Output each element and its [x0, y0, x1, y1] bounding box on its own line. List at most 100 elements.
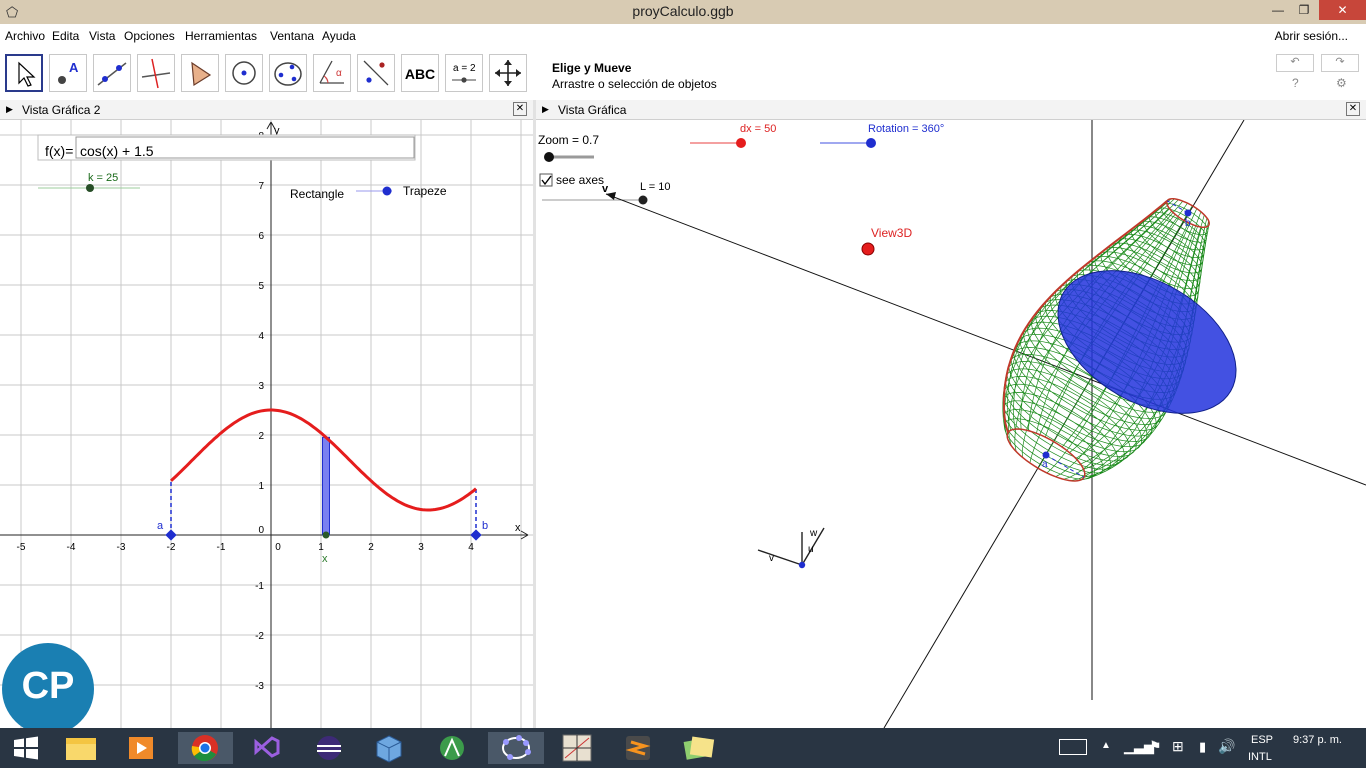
menu-herramientas[interactable]: Herramientas [185, 29, 257, 43]
move-arrows-icon [495, 60, 521, 86]
taskbar-chrome[interactable] [178, 732, 233, 764]
axes: xy [0, 121, 529, 728]
redo-button[interactable]: ↷ [1321, 54, 1359, 72]
minimize-button[interactable]: — [1266, 0, 1290, 20]
restore-button[interactable]: ❐ [1292, 0, 1316, 20]
line-tool-button[interactable] [93, 54, 131, 92]
mini-axis-v [757, 549, 803, 566]
menu-archivo[interactable]: Archivo [5, 29, 45, 43]
dx-slider-handle[interactable] [736, 138, 746, 148]
angle-icon: α [319, 60, 344, 84]
taskbar-eclipse[interactable] [305, 732, 353, 764]
flag-icon[interactable]: ⚑ [1149, 738, 1162, 755]
reflect-tool-button[interactable] [357, 54, 395, 92]
action-center-icon[interactable]: ⊞ [1172, 738, 1184, 755]
see-axes-checkbox[interactable] [539, 173, 553, 187]
language-layout[interactable]: INTL [1248, 751, 1272, 763]
close-view-icon[interactable]: ✕ [1346, 102, 1360, 116]
menu-vista[interactable]: Vista [89, 29, 115, 43]
taskbar-visual-studio[interactable] [242, 732, 290, 764]
login-link[interactable]: Abrir sesión... [1275, 29, 1348, 43]
y-tick-label: -1 [255, 581, 264, 592]
vase-point-a[interactable] [1042, 451, 1050, 459]
undo-button[interactable]: ↶ [1276, 54, 1314, 72]
point-x-label: x [322, 553, 328, 565]
taskbar-android-studio[interactable] [428, 732, 476, 764]
windows-logo-icon [14, 736, 38, 760]
tray-arrow-icon[interactable]: ▲ [1101, 740, 1111, 751]
battery-icon[interactable]: ▮ [1199, 739, 1206, 755]
menu-ayuda[interactable]: Ayuda [322, 29, 356, 43]
text-tool-button[interactable]: ABC [401, 54, 439, 92]
rotation-slider-handle[interactable] [866, 138, 876, 148]
axis-v-label: v [602, 183, 609, 195]
angle-tool-button[interactable]: α [313, 54, 351, 92]
collapse-triangle-icon[interactable]: ▶ [6, 104, 13, 115]
point-x[interactable] [322, 531, 330, 539]
svg-text:α: α [336, 68, 342, 79]
vase-point-b-label: b [1185, 218, 1191, 229]
polygon-tool-button[interactable] [181, 54, 219, 92]
visual-studio-icon [254, 736, 280, 758]
x-tick-label: 2 [368, 542, 374, 553]
collapse-triangle-icon[interactable]: ▶ [542, 104, 549, 115]
y-tick-label: 0 [258, 525, 264, 536]
point-a[interactable] [165, 529, 177, 541]
slider-tool-button[interactable]: a = 2 [445, 54, 483, 92]
point-b[interactable] [470, 529, 482, 541]
rotation-label: Rotation = 360° [868, 123, 944, 135]
ellipse-tool-button[interactable] [269, 54, 307, 92]
x-tick-label: -2 [167, 542, 176, 553]
menu-bar: Archivo Edita Vista Opciones Herramienta… [0, 24, 1366, 48]
menu-ventana[interactable]: Ventana [270, 29, 314, 43]
android-studio-icon [440, 736, 464, 760]
zoom-slider-handle[interactable] [544, 152, 554, 162]
tool-description: Arrastre o selección de objetos [552, 77, 717, 91]
close-view-icon[interactable]: ✕ [513, 102, 527, 116]
taskbar-file-explorer[interactable] [57, 732, 105, 764]
graphics-view[interactable]: Zoom = 0.7 dx = 50 Rotation = 360° see a… [536, 120, 1366, 728]
clock[interactable]: 9:37 p. m. [1293, 734, 1342, 746]
move-tool-button[interactable] [5, 54, 43, 92]
taskbar-geometry-tool[interactable] [553, 732, 601, 764]
x-tick-label: 4 [468, 542, 474, 553]
help-icon[interactable]: ? [1292, 76, 1299, 90]
volume-icon[interactable]: 🔊 [1218, 738, 1235, 755]
taskbar-geogebra[interactable] [488, 732, 544, 764]
taskbar-photos[interactable] [675, 732, 723, 764]
y-tick-label: -2 [255, 631, 264, 642]
riemann-rectangle [322, 436, 330, 536]
method-slider-handle[interactable] [382, 186, 392, 196]
circle-tool-button[interactable] [225, 54, 263, 92]
keyboard-icon[interactable] [1059, 739, 1087, 755]
disk-slice [1057, 270, 1237, 414]
reflect-icon [363, 60, 389, 86]
graphics-view-2[interactable]: xy -5-4-3-2-101234876543210-1-2-3 abx f(… [0, 120, 533, 728]
menu-edita[interactable]: Edita [52, 29, 79, 43]
close-button[interactable]: ✕ [1319, 0, 1366, 20]
language-code[interactable]: ESP [1251, 734, 1273, 746]
move-view-tool-button[interactable] [489, 54, 527, 92]
eclipse-icon [317, 736, 341, 760]
graphics-view-2-title: Vista Gráfica 2 [22, 103, 101, 117]
y-tick-label: 3 [258, 381, 264, 392]
toolbar: A α ABC a = 2 Elige y Mueve Arrastre o s… [0, 48, 1366, 101]
grid-lines [0, 120, 533, 728]
zoom-label: Zoom = 0.7 [538, 133, 599, 147]
taskbar-media-player[interactable] [117, 732, 165, 764]
l-slider-handle[interactable] [638, 195, 648, 205]
view3d-point[interactable] [861, 242, 875, 256]
y-tick-label: 5 [258, 281, 264, 292]
point-tool-button[interactable]: A [49, 54, 87, 92]
start-button[interactable] [2, 732, 50, 764]
dx-label: dx = 50 [740, 123, 776, 135]
slider-k-handle[interactable] [86, 184, 94, 192]
taskbar-sublime[interactable] [614, 732, 662, 764]
settings-icon[interactable]: ⚙ [1336, 76, 1347, 90]
vase-point-b[interactable] [1184, 209, 1192, 217]
perpendicular-tool-button[interactable] [137, 54, 175, 92]
mini-axis-u-label: u [808, 544, 814, 555]
taskbar-virtualbox[interactable] [365, 732, 413, 764]
menu-opciones[interactable]: Opciones [124, 29, 175, 43]
window-title: proyCalculo.ggb [632, 3, 734, 19]
